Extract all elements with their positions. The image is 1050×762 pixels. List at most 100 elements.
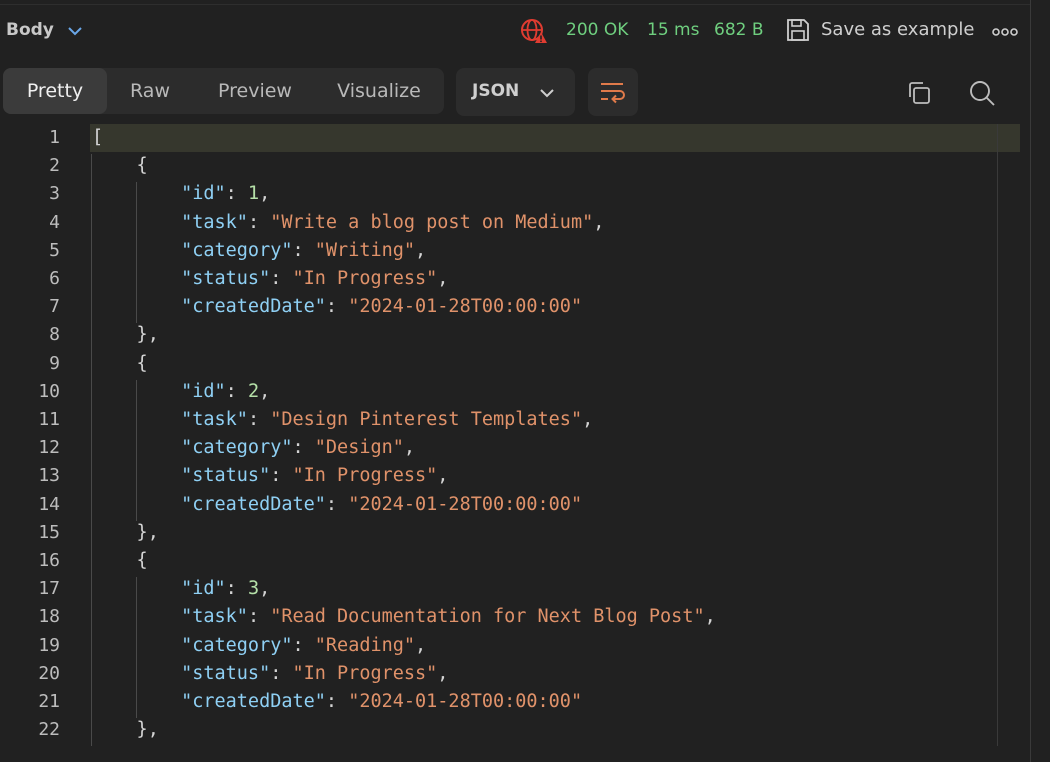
json-punctuation: , <box>437 662 449 684</box>
code-line[interactable]: "createdDate": "2024-01-28T00:00:00" <box>92 491 582 519</box>
code-line[interactable]: "task": "Design Pinterest Templates", <box>92 406 593 434</box>
json-punctuation: , <box>437 465 449 487</box>
save-as-example-button[interactable]: Save as example <box>821 19 975 40</box>
json-punctuation: , <box>437 268 449 289</box>
code-line[interactable]: }, <box>92 321 159 349</box>
line-number: 13 <box>38 465 60 487</box>
json-punctuation: : <box>247 606 271 628</box>
code-line[interactable]: "task": "Write a blog post on Medium", <box>92 209 604 237</box>
json-key: "id" <box>181 578 226 600</box>
json-key: "status" <box>181 662 271 684</box>
tab-preview[interactable]: Preview <box>193 68 317 114</box>
json-punctuation: : <box>325 691 349 712</box>
code-line[interactable]: "category": "Reading", <box>92 632 426 660</box>
code-line[interactable]: "id": 2, <box>92 378 270 406</box>
line-number: 3 <box>49 183 60 205</box>
code-line[interactable]: "createdDate": "2024-01-28T00:00:00" <box>92 688 582 716</box>
json-key: "status" <box>181 465 271 487</box>
tab-raw[interactable]: Raw <box>107 68 193 114</box>
json-punctuation: : <box>292 239 315 261</box>
json-punctuation: , <box>259 380 271 402</box>
line-number: 6 <box>49 268 60 289</box>
code-line[interactable]: { <box>92 350 148 378</box>
indent-guide <box>136 577 137 719</box>
code-line[interactable]: "category": "Design", <box>92 434 415 462</box>
json-punctuation: }, <box>92 719 159 741</box>
code-line[interactable]: "task": "Read Documentation for Next Blo… <box>92 603 716 631</box>
response-header: Body 200 OK 15 ms 682 B Save as example <box>0 0 1030 62</box>
code-line[interactable]: "createdDate": "2024-01-28T00:00:00" <box>92 293 582 321</box>
json-punctuation: , <box>593 211 605 233</box>
response-time[interactable]: 15 ms <box>647 20 699 40</box>
json-string: "Read Documentation for Next Blog Post" <box>270 606 705 628</box>
json-punctuation: { <box>92 155 148 177</box>
json-string: "2024-01-28T00:00:00" <box>348 493 583 515</box>
line-number: 15 <box>38 521 60 543</box>
chevron-down-icon[interactable] <box>66 22 84 40</box>
json-number: 3 <box>247 578 260 600</box>
tab-pretty[interactable]: Pretty <box>3 68 107 114</box>
json-number: 2 <box>247 380 260 402</box>
save-icon[interactable] <box>786 17 810 43</box>
json-punctuation: : <box>292 437 315 459</box>
json-punctuation: : <box>270 662 293 684</box>
json-string: "In Progress" <box>292 465 438 487</box>
json-string: "Write a blog post on Medium" <box>270 211 594 233</box>
json-punctuation: }, <box>92 324 159 346</box>
json-key: "category" <box>181 239 293 261</box>
line-number: 4 <box>49 211 60 233</box>
status-code[interactable]: 200 OK <box>566 20 628 40</box>
json-key: "createdDate" <box>181 691 326 712</box>
search-icon[interactable] <box>968 79 996 107</box>
code-line[interactable]: { <box>92 152 148 180</box>
json-punctuation: }, <box>92 521 159 543</box>
json-punctuation: { <box>92 352 148 374</box>
code-line[interactable]: "status": "In Progress", <box>92 660 448 688</box>
code-line[interactable]: [ <box>92 124 103 152</box>
indent-guide <box>91 154 92 747</box>
json-punctuation: : <box>270 268 293 289</box>
text-wrap-icon <box>601 83 625 104</box>
code-line[interactable]: }, <box>92 716 159 744</box>
line-number: 17 <box>38 578 60 600</box>
code-line[interactable]: "category": "Writing", <box>92 237 426 265</box>
json-string: "Reading" <box>314 634 416 656</box>
json-key: "task" <box>181 409 248 430</box>
view-mode-tabs: Pretty Raw Preview Visualize <box>3 68 444 114</box>
code-line[interactable]: "status": "In Progress", <box>92 462 448 490</box>
line-number: 21 <box>38 691 60 712</box>
response-body-editor[interactable]: 1 [2 {3 "id": 1, 4 "task": "Write a blog p… <box>0 124 1030 762</box>
json-key: "createdDate" <box>181 493 326 515</box>
indent-guide <box>136 379 137 521</box>
code-line[interactable]: "id": 3, <box>92 575 270 603</box>
json-punctuation: : <box>225 578 248 600</box>
wrap-lines-button[interactable] <box>588 68 638 116</box>
json-key: "id" <box>181 380 226 402</box>
editor-scroll-divider <box>997 124 998 746</box>
line-number: 22 <box>38 719 60 741</box>
code-line[interactable]: "status": "In Progress", <box>92 265 448 293</box>
more-horizontal-icon[interactable] <box>992 28 1018 36</box>
json-punctuation: { <box>92 550 148 571</box>
json-key: "category" <box>181 437 293 459</box>
json-string: "In Progress" <box>292 662 438 684</box>
response-size[interactable]: 682 B <box>714 20 764 40</box>
code-line[interactable]: "id": 1, <box>92 180 270 208</box>
code-line[interactable]: }, <box>92 519 159 547</box>
json-string: "Design" <box>314 437 404 459</box>
line-number: 12 <box>38 437 60 459</box>
json-punctuation: , <box>403 437 416 459</box>
json-punctuation: : <box>292 634 315 656</box>
copy-icon[interactable] <box>906 80 932 106</box>
json-punctuation: [ <box>92 127 104 148</box>
format-select[interactable]: JSON <box>456 68 575 116</box>
line-number: 20 <box>38 662 60 684</box>
tab-visualize[interactable]: Visualize <box>317 68 441 114</box>
code-line[interactable]: { <box>92 547 148 575</box>
json-string: "Design Pinterest Templates" <box>270 409 583 430</box>
body-label[interactable]: Body <box>6 20 54 40</box>
line-number: 11 <box>38 409 60 430</box>
json-key: "id" <box>181 183 226 205</box>
globe-warning-icon[interactable] <box>520 18 548 44</box>
json-string: "2024-01-28T00:00:00" <box>348 296 583 318</box>
